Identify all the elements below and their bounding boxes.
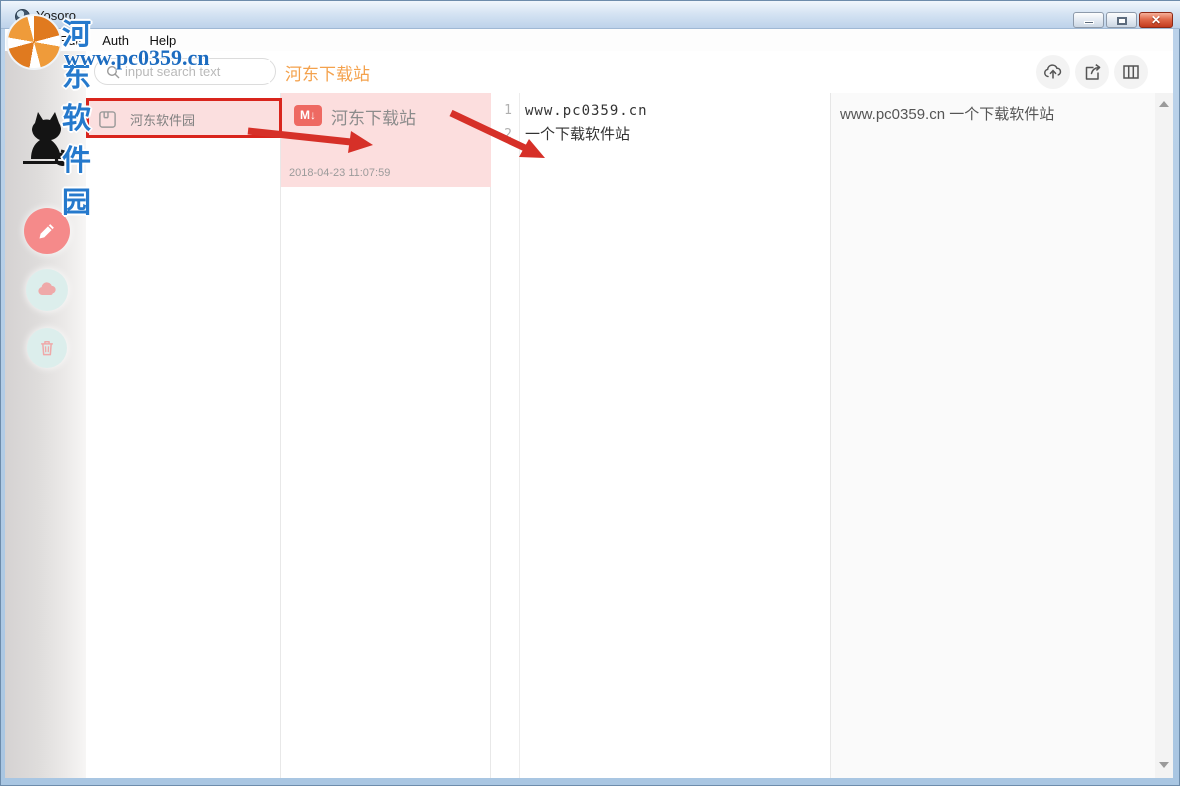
- close-button[interactable]: ✕: [1139, 12, 1173, 28]
- editor-content[interactable]: www.pc0359.cn 一个下载软件站: [525, 99, 828, 147]
- note-title: 河东下载站: [331, 104, 416, 129]
- edit-notes-button[interactable]: [24, 208, 70, 254]
- search-box[interactable]: [94, 58, 276, 85]
- line-number: 1: [491, 99, 519, 123]
- menu-bar: File Edit Auth Help: [5, 29, 1173, 51]
- markdown-icon: M↓: [294, 105, 322, 126]
- current-project-title: 河东下载站: [285, 60, 370, 85]
- maximize-icon: [1117, 17, 1127, 25]
- preview-content: www.pc0359.cn 一个下载软件站: [840, 104, 1140, 126]
- project-item[interactable]: 河东软件园: [86, 100, 281, 138]
- cloud-button[interactable]: [26, 269, 68, 311]
- cloud-upload-icon: [1041, 60, 1065, 84]
- window-title: Yosoro: [36, 8, 76, 23]
- line-number-gutter: 1 2: [491, 93, 520, 778]
- menu-auth[interactable]: Auth: [94, 29, 137, 48]
- menu-help[interactable]: Help: [141, 29, 184, 48]
- layout-columns-button[interactable]: [1114, 55, 1148, 89]
- note-date: 2018-04-23 11:07:59: [289, 167, 390, 179]
- minimize-button[interactable]: [1073, 12, 1104, 28]
- notes-column: M↓ 河东下载站 2018-04-23 11:07:59: [281, 93, 491, 778]
- toolbar: 河东下载站: [86, 51, 1173, 93]
- trash-button[interactable]: [27, 328, 67, 368]
- close-icon: ✕: [1140, 13, 1172, 27]
- export-share-icon: [1080, 60, 1104, 84]
- preview-scrollbar[interactable]: [1155, 93, 1173, 778]
- notebook-icon: [98, 110, 117, 129]
- layout-columns-icon: [1119, 60, 1143, 84]
- projects-column: 河东软件园: [86, 93, 281, 778]
- preview-pane: www.pc0359.cn 一个下载软件站: [831, 93, 1173, 778]
- title-bar[interactable]: Yosoro ✕: [1, 1, 1180, 29]
- app-window: Yosoro ✕ File Edit Auth Help 河东下载站: [0, 0, 1180, 786]
- minimize-icon: [1084, 21, 1094, 24]
- editor-pane[interactable]: 1 2 www.pc0359.cn 一个下载软件站: [491, 93, 831, 778]
- editor-line: www.pc0359.cn: [525, 99, 828, 123]
- pencil-icon: [36, 220, 58, 242]
- note-card[interactable]: M↓ 河东下载站 2018-04-23 11:07:59: [281, 93, 491, 187]
- editor-line: 一个下载软件站: [525, 123, 828, 147]
- search-icon: [106, 65, 120, 79]
- export-share-button[interactable]: [1075, 55, 1109, 89]
- cloud-icon: [35, 278, 59, 302]
- app-icon: [15, 9, 30, 24]
- maximize-button[interactable]: [1106, 12, 1137, 28]
- cloud-upload-button[interactable]: [1036, 55, 1070, 89]
- cat-logo: [21, 109, 73, 173]
- menu-file[interactable]: File: [10, 29, 47, 48]
- line-number: 2: [491, 123, 519, 147]
- menu-edit[interactable]: Edit: [51, 29, 89, 48]
- search-input[interactable]: [125, 60, 270, 83]
- left-sidebar: [5, 51, 86, 778]
- trash-icon: [37, 338, 57, 358]
- scroll-up-icon[interactable]: [1159, 101, 1169, 107]
- project-name: 河东软件园: [130, 110, 195, 129]
- scroll-down-icon[interactable]: [1159, 762, 1169, 768]
